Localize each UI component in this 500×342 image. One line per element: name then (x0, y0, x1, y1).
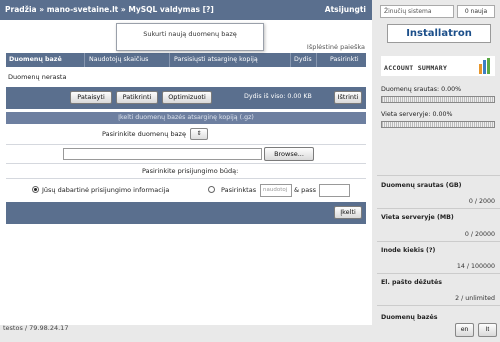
breadcrumb-home[interactable]: Pradžia (5, 5, 37, 14)
col-users[interactable]: Naudotojų skaičius (89, 56, 148, 63)
account-summary-banner: ACCOUNT SUMMARY (381, 56, 495, 76)
select-db-label: Pasirinkite duomenų bazę (102, 130, 186, 138)
bar-chart-icon (479, 58, 493, 74)
radio-current-login[interactable] (32, 186, 39, 193)
breadcrumb: Pradžia » mano-svetaine.lt » MySQL valdy… (5, 5, 214, 14)
repair-button[interactable]: Pataisyti (70, 91, 112, 104)
actions-bar: Pataisyti Patikrinti Optimizuoti Dydis i… (6, 87, 366, 109)
radio-current-label: Jūsų dabartinė prisijungimo informacija (42, 186, 170, 194)
radio-custom-label: Pasirinktas (221, 186, 257, 194)
traffic-progress-bar (381, 96, 495, 103)
col-size[interactable]: Dydis (294, 56, 312, 63)
upload-bar: Įkelti (6, 202, 366, 224)
stat-value: 0 / 20000 (464, 231, 495, 238)
delete-button[interactable]: Ištrinti (334, 91, 362, 104)
empty-message: Duomenų nerasta (8, 73, 67, 81)
col-backup[interactable]: Parsisiųsti atsarginę kopiją (174, 56, 258, 63)
page-title: MySQL valdymas (128, 5, 200, 14)
stat-value: 2 / unlimited (455, 295, 495, 302)
upload-button[interactable]: Įkelti (334, 206, 362, 219)
check-button[interactable]: Patikrinti (116, 91, 158, 104)
custom-pass-input[interactable] (319, 184, 350, 197)
stat-value: 0 / 2000 (468, 198, 495, 205)
upload-title: Įkelti duomenų bazės atsarginę kopiją (.… (6, 112, 366, 124)
lang-en-button[interactable]: en (455, 323, 474, 337)
advanced-search-link[interactable]: Išplėstinė paieška (307, 43, 365, 51)
stat-label: Duomenų srautas (GB) (381, 182, 462, 189)
stat-label: Duomenų bazės (381, 314, 438, 321)
space-progress-bar (381, 121, 495, 128)
total-size: Dydis iš viso: 0.00 KB (244, 93, 312, 100)
top-header: Pradžia » mano-svetaine.lt » MySQL valdy… (0, 0, 372, 20)
create-database-popup[interactable]: Sukurti naują duomenų bazę (116, 23, 264, 51)
lang-lt-button[interactable]: lt (478, 323, 497, 337)
new-messages-count[interactable]: 0 nauja (457, 5, 495, 18)
stat-label: El. pašto dėžutės (381, 279, 443, 286)
sidebar: Žinučių sistema 0 nauja Installatron ACC… (377, 0, 500, 342)
traffic-usage-text: Duomenų srautas: 0.00% (381, 86, 462, 93)
logout-link[interactable]: Atsijungti (325, 5, 366, 14)
footer-status: testos / 79.98.24.17 (3, 324, 69, 332)
installatron-logo[interactable]: Installatron (387, 24, 491, 43)
browse-button[interactable]: Browse... (264, 147, 314, 161)
help-link[interactable]: [?] (203, 5, 214, 14)
col-select: Pasirinkti (330, 56, 359, 63)
message-system-field[interactable]: Žinučių sistema (380, 5, 454, 18)
breadcrumb-site[interactable]: mano-svetaine.lt (47, 5, 119, 14)
pass-label: & pass (294, 186, 317, 194)
custom-user-input[interactable]: naudotoj (260, 184, 292, 197)
login-method-label: Pasirinkite prisijungimo būdą: (142, 167, 239, 175)
space-usage-text: Vieta serveryje: 0.00% (381, 111, 453, 118)
database-select[interactable]: ⇕ (190, 128, 208, 140)
col-database[interactable]: Duomenų bazė (9, 56, 62, 63)
optimize-button[interactable]: Optimizuoti (162, 91, 212, 104)
stat-label: Inode kiekis (?) (381, 247, 436, 254)
radio-custom-login[interactable] (208, 186, 215, 193)
stat-value: 14 / 100000 (456, 263, 495, 270)
stat-label: Vieta serveryje (MB) (381, 214, 454, 221)
account-summary-title: ACCOUNT SUMMARY (384, 64, 448, 72)
table-header: Duomenų bazė Naudotojų skaičius Parsisių… (6, 53, 366, 67)
file-path-input[interactable] (63, 148, 262, 160)
